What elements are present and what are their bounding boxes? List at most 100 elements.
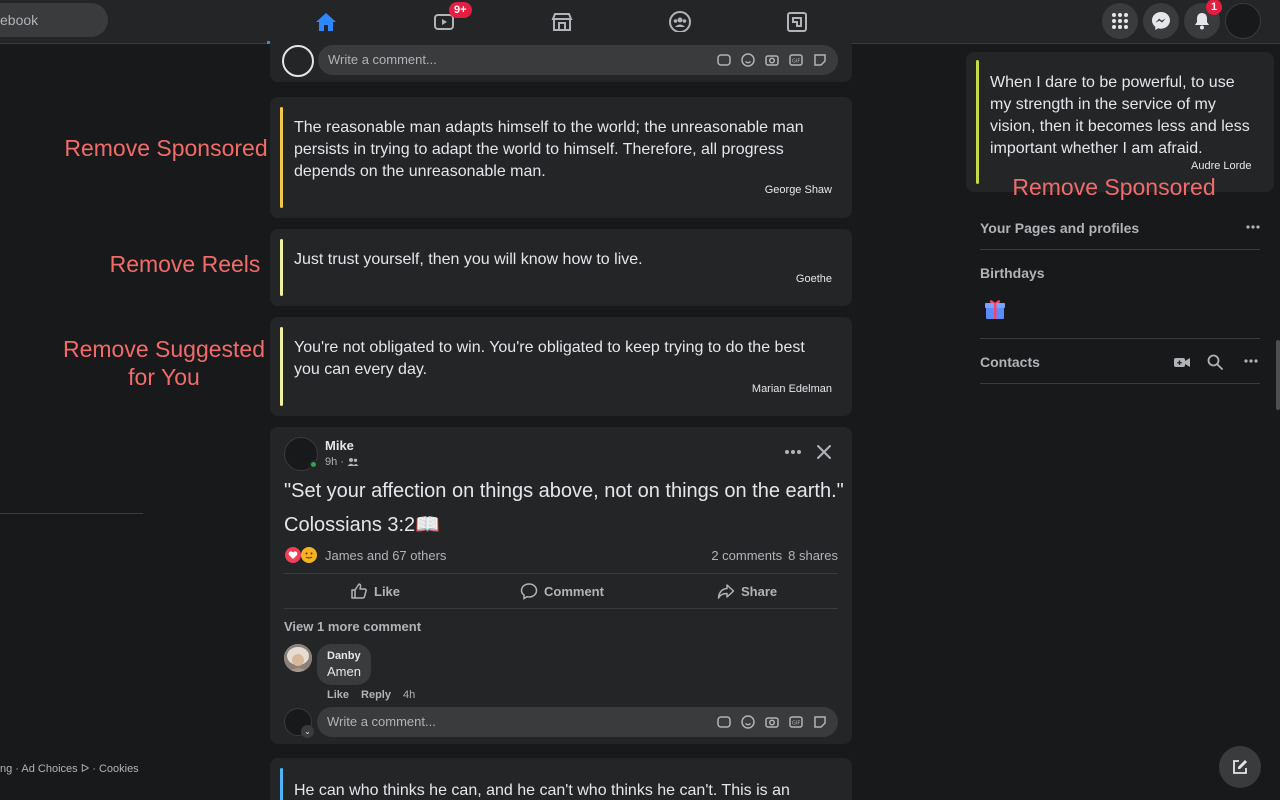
scrollbar-thumb[interactable]	[1276, 340, 1280, 410]
home-icon	[316, 13, 336, 31]
more-horizontal-icon[interactable]	[1244, 218, 1262, 236]
post-time[interactable]: 9h ·	[325, 456, 344, 468]
comment-button[interactable]: Comment	[520, 582, 604, 600]
chevron-down-icon[interactable]: ⌄	[301, 725, 314, 738]
search-input[interactable]: ebook	[0, 3, 108, 37]
quote-text: You're not obligated to win. You're obli…	[294, 339, 805, 378]
right-quote-text: When I dare to be powerful, to use my st…	[990, 74, 1250, 157]
top-comment-input[interactable]: Write a comment... GIF	[318, 45, 838, 75]
my-avatar[interactable]: ⌄	[284, 708, 314, 738]
commenter-photo-icon	[284, 644, 312, 672]
pages-heading: Your Pages and profiles	[980, 220, 1140, 236]
remove-suggested-label: Remove Suggested for You	[60, 335, 268, 391]
avatar-sticker-icon[interactable]	[716, 52, 732, 68]
quote-card-edelman: You're not obligated to win. You're obli…	[270, 317, 852, 416]
grid-menu-icon	[1112, 13, 1128, 29]
emoji-icon[interactable]	[740, 714, 756, 730]
right-quote-card: When I dare to be powerful, to use my st…	[966, 52, 1274, 192]
quote-text: He can who thinks he can, and he can't w…	[294, 782, 790, 799]
contacts-heading: Contacts	[980, 354, 1040, 370]
post-options-button[interactable]	[782, 441, 804, 463]
search-icon[interactable]	[1207, 354, 1223, 370]
bell-icon	[1195, 13, 1209, 30]
messenger-button[interactable]	[1143, 3, 1179, 39]
quote-card-goethe: Just trust yourself, then you will know …	[270, 229, 852, 306]
gif-icon[interactable]: GIF	[788, 52, 804, 68]
share-button[interactable]: Share	[717, 582, 777, 600]
commenter-avatar[interactable]	[284, 644, 312, 672]
reactions-text: James and 67 others	[325, 547, 447, 563]
sticker-icon[interactable]	[812, 52, 828, 68]
quote-author: Marian Edelman	[751, 383, 832, 395]
messenger-icon	[1152, 12, 1170, 30]
shares-count[interactable]: 8 shares	[788, 548, 838, 563]
comment-text: Amen	[327, 664, 361, 679]
groups-icon	[669, 11, 691, 33]
post-author-name[interactable]: Mike	[325, 438, 354, 453]
gift-icon[interactable]	[983, 297, 1007, 321]
hide-post-button[interactable]	[813, 441, 835, 463]
post-card: Mike 9h · "Set your affection on things …	[270, 427, 852, 744]
avatar-sticker-icon[interactable]	[716, 714, 732, 730]
quote-bar	[280, 327, 283, 406]
post-text-line-1: "Set your affection on things above, not…	[284, 480, 844, 502]
post-meta: 9h ·	[325, 456, 359, 468]
post-text-line-2: Colossians 3:2📖	[284, 514, 441, 536]
quote-author: Goethe	[795, 273, 832, 285]
gaming-icon	[787, 12, 807, 32]
post-comment-input[interactable]: Write a comment... GIF	[317, 707, 838, 737]
right-quote-author: Audre Lorde	[1191, 160, 1252, 172]
comment-author[interactable]: Danby	[327, 650, 361, 662]
comment-reply-link[interactable]: Reply	[361, 689, 391, 701]
like-button[interactable]: Like	[350, 582, 400, 600]
remove-sponsored-right-label: Remove Sponsored	[1012, 174, 1216, 200]
new-message-button[interactable]	[1219, 746, 1261, 788]
emoji-icon[interactable]	[740, 52, 756, 68]
camera-icon[interactable]	[764, 714, 780, 730]
divider	[980, 383, 1260, 384]
quote-card-shaw: The reasonable man adapts himself to the…	[270, 97, 852, 218]
quote-bar	[280, 768, 283, 800]
birthdays-heading: Birthdays	[980, 265, 1045, 281]
view-more-comments[interactable]: View 1 more comment	[284, 619, 421, 634]
quote-text: Just trust yourself, then you will know …	[294, 251, 643, 268]
footer-links[interactable]: ng · Ad Choices ᐅ · Cookies	[0, 762, 139, 775]
reactions-summary[interactable]: James and 67 others	[284, 546, 446, 564]
divider	[980, 249, 1260, 250]
friends-icon	[347, 458, 359, 466]
divider	[284, 608, 838, 609]
divider	[284, 573, 838, 574]
comment-placeholder: Write a comment...	[327, 714, 436, 729]
account-avatar[interactable]	[1225, 3, 1261, 39]
share-icon	[717, 584, 735, 599]
video-call-icon[interactable]	[1173, 354, 1191, 370]
comment-icon	[520, 583, 538, 600]
comment-label: Comment	[544, 583, 604, 599]
comment-like-link[interactable]: Like	[327, 689, 349, 701]
sticker-icon[interactable]	[812, 714, 828, 730]
remove-suggested-line-2: for You	[128, 364, 200, 390]
quote-bar	[280, 239, 283, 296]
online-indicator	[309, 460, 318, 469]
gif-icon[interactable]: GIF	[788, 714, 804, 730]
menu-button[interactable]	[1102, 3, 1138, 39]
watch-badge: 9+	[449, 2, 472, 18]
comment-avatar	[282, 45, 314, 77]
remove-sponsored-label: Remove Sponsored	[64, 135, 268, 161]
thumbs-up-icon	[351, 583, 367, 599]
comment-bubble: Danby Amen	[317, 644, 371, 685]
quote-bar	[280, 107, 283, 208]
close-icon	[817, 445, 831, 459]
notifications-button[interactable]: 1	[1184, 0, 1223, 39]
more-horizontal-icon[interactable]	[1242, 352, 1260, 370]
comment-time[interactable]: 4h	[403, 689, 415, 701]
quote-bar	[976, 60, 979, 184]
camera-icon[interactable]	[764, 52, 780, 68]
post-author-avatar[interactable]	[284, 437, 318, 471]
comments-count[interactable]: 2 comments	[711, 548, 782, 563]
quote-text: The reasonable man adapts himself to the…	[294, 119, 804, 180]
share-label: Share	[741, 583, 778, 599]
remove-reels-label: Remove Reels	[109, 251, 261, 277]
notifications-badge: 1	[1206, 0, 1223, 15]
comment-placeholder: Write a comment...	[328, 52, 437, 67]
